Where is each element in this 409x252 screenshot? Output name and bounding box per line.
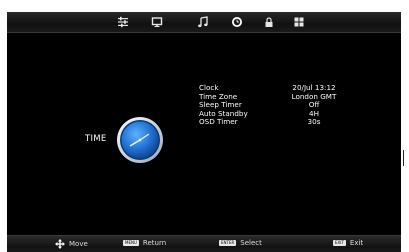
music-note-icon: [198, 16, 208, 28]
enter-key: ENTER: [219, 240, 237, 246]
select-hint: ENTER Select: [219, 239, 262, 247]
clock-icon: [232, 17, 242, 27]
exit-key: EXIT: [333, 240, 346, 246]
sliders-icon: [118, 16, 128, 28]
tab-settings[interactable]: [115, 14, 131, 30]
return-label: Return: [142, 239, 167, 247]
tab-setup[interactable]: [291, 14, 307, 30]
exit-label: Exit: [349, 239, 364, 247]
tv-screen: TIME Clock 20/Jul 13:12 Time Zone London GM…: [7, 12, 401, 252]
arrows-cross-icon: [55, 239, 65, 249]
tab-lock[interactable]: [261, 14, 277, 30]
lock-icon: [265, 17, 273, 27]
tab-time[interactable]: [229, 14, 245, 30]
move-hint: Move: [55, 239, 88, 249]
monitor-icon: [151, 17, 163, 27]
tab-picture[interactable]: [149, 14, 165, 30]
setting-value: 30s: [307, 117, 321, 127]
edge-mark: [403, 150, 404, 166]
move-label: Move: [69, 240, 88, 248]
menu-tab-bar: [7, 12, 401, 33]
exit-hint: EXIT Exit: [333, 239, 363, 247]
menu-key: MENU: [123, 240, 139, 246]
setting-label: OSD Timer: [199, 117, 238, 127]
grid-icon: [294, 17, 304, 27]
tab-sound[interactable]: [195, 14, 211, 30]
time-settings-list: Clock 20/Jul 13:12 Time Zone London GMT Slee…: [199, 83, 359, 127]
clock-illustration-icon: [117, 117, 163, 163]
select-label: Select: [240, 239, 262, 247]
section-title: TIME: [85, 134, 107, 144]
setting-row[interactable]: OSD Timer 30s: [199, 118, 359, 127]
key-hint-bar: Move MENU Return ENTER Select EXIT Exit: [7, 235, 401, 252]
return-hint: MENU Return: [123, 239, 166, 247]
